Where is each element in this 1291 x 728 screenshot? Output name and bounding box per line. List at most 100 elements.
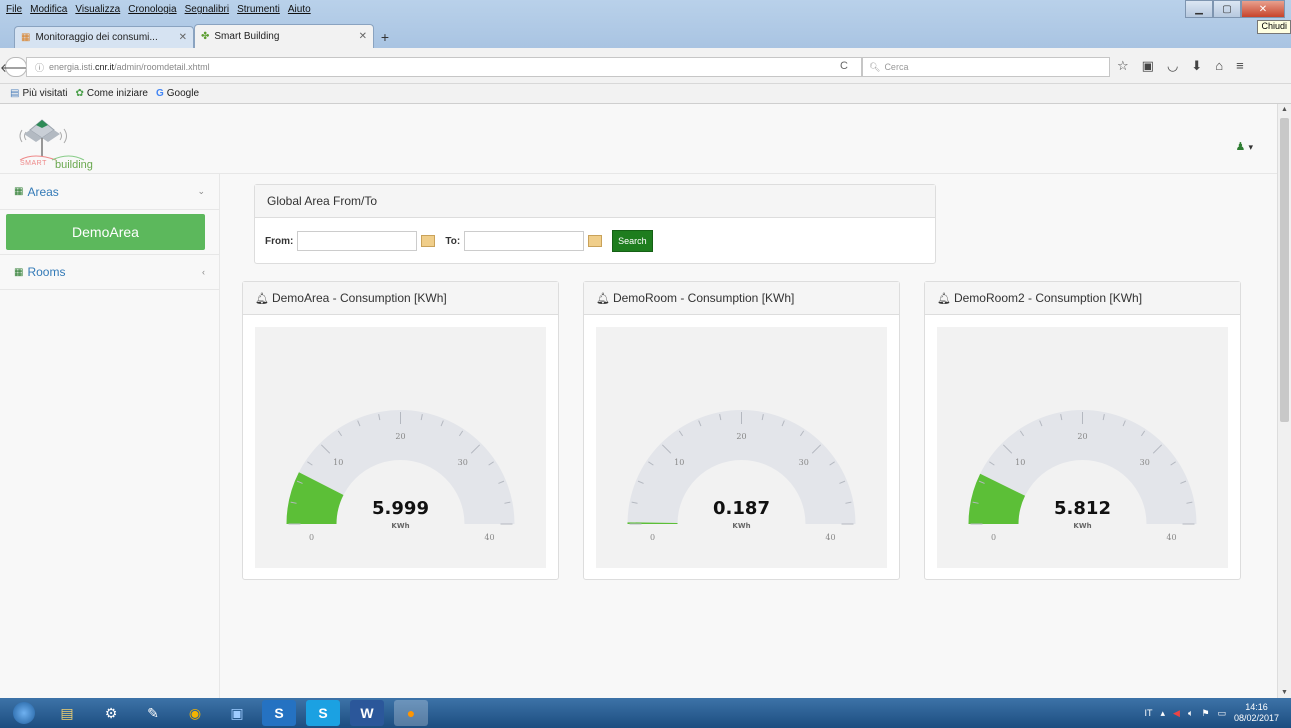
bell-icon: 🔔︎	[255, 292, 269, 305]
pocket-icon[interactable]: ◡	[1167, 58, 1178, 74]
gauge-container: 0 10 20 30 40 5.999 KWh	[255, 327, 546, 568]
bookmark-getting-started[interactable]: ✿ Come iniziare	[75, 88, 148, 99]
from-date-input[interactable]	[297, 231, 418, 251]
gauge-unit: KWh	[391, 522, 409, 530]
page-content: SMART building ♟ ▾ ▦ Areas ⌄ DemoArea ▦ …	[0, 104, 1277, 698]
maximize-button[interactable]: ▢	[1213, 0, 1241, 18]
gauge-tick-label: 10	[674, 458, 684, 467]
chrome-button[interactable]: ◉	[178, 700, 212, 726]
scroll-up-icon[interactable]: ▲	[1281, 106, 1288, 113]
calendar-icon[interactable]	[588, 235, 603, 247]
panel-heading: 🔔︎ DemoRoom2 - Consumption [KWh]	[925, 282, 1240, 315]
calendar-icon[interactable]	[421, 235, 436, 247]
menu-bar: File Modifica Visualizza Cronologia Segn…	[6, 4, 311, 20]
table-icon: ▦	[14, 266, 24, 278]
network-icon[interactable]: ◀	[1173, 708, 1180, 719]
info-icon[interactable]: ⓘ	[35, 61, 44, 74]
chart-favicon-icon: ▦	[21, 32, 31, 43]
scroll-down-icon[interactable]: ▼	[1281, 689, 1288, 696]
sidebar-item-demoarea[interactable]: DemoArea	[6, 214, 205, 250]
notification-icon[interactable]: ▭	[1217, 708, 1226, 719]
sidebar-item-areas[interactable]: ▦ Areas ⌄	[0, 174, 219, 210]
firefox-button[interactable]: ●	[394, 700, 428, 726]
bookmark-google[interactable]: G Google	[156, 88, 199, 99]
gauge-unit: KWh	[732, 522, 750, 530]
consumption-gauge: 0 10 20 30 40 5.812 KWh	[968, 410, 1197, 542]
date-range-form: From: To: Search	[255, 218, 935, 264]
tool-button[interactable]: ✎	[136, 700, 170, 726]
reload-icon[interactable]: C	[840, 60, 848, 72]
table-icon: ▦	[14, 186, 24, 197]
sidebar-item-label: Areas	[27, 184, 59, 199]
bookmarks-bar: ▤ Più visitati ✿ Come iniziare G Google	[0, 84, 1291, 104]
reading-list-icon[interactable]: ▣	[1142, 58, 1154, 74]
gauge-value: 5.812	[1054, 498, 1111, 519]
consumption-gauge: 0 10 20 30 40 5.999 KWh	[286, 410, 515, 542]
scrollbar-thumb[interactable]	[1280, 118, 1289, 422]
menu-cronologia[interactable]: Cronologia	[128, 4, 176, 20]
search-input[interactable]: 🔍︎ Cerca	[862, 57, 1110, 77]
sidebar-item-rooms[interactable]: ▦ Rooms ‹	[0, 254, 219, 290]
gauge-tick-label: 40	[825, 533, 835, 542]
menu-visualizza[interactable]: Visualizza	[75, 4, 120, 20]
page-scrollbar[interactable]: ▲ ▼	[1277, 104, 1291, 698]
close-tab-icon[interactable]: ✕	[359, 31, 367, 42]
flag-icon[interactable]: ⚑	[1201, 708, 1209, 719]
menu-aiuto[interactable]: Aiuto	[288, 4, 311, 20]
gauge-tick-label: 10	[1015, 458, 1025, 467]
menu-strumenti[interactable]: Strumenti	[237, 4, 280, 20]
gauge-panel-demoroom: 🔔︎ DemoRoom - Consumption [KWh] 0 10 20 30 4…	[583, 281, 900, 580]
sidebar-item-label: Rooms	[27, 265, 66, 279]
panel-title: Global Area From/To	[267, 194, 378, 208]
windows-taskbar: ▤ ⚙ ✎ ◉ ▣ S S W ● IT ▴ ◀ 🔈︎ ⚑ ▭ 14:16 08…	[0, 698, 1291, 728]
volume-icon[interactable]: 🔈︎	[1188, 708, 1193, 719]
language-indicator[interactable]: IT	[1145, 708, 1153, 718]
logo-smart-text: SMART	[20, 160, 47, 167]
chevron-down-icon: ⌄	[197, 186, 205, 196]
windows-logo-icon	[13, 702, 35, 724]
window-controls: ▁ ▢ ✕	[1185, 0, 1285, 18]
start-button[interactable]	[4, 700, 44, 726]
word-button[interactable]: W	[350, 700, 384, 726]
skype-button[interactable]: S	[306, 700, 340, 726]
hamburger-menu-icon[interactable]: ≡	[1236, 58, 1244, 74]
bookmark-star-icon[interactable]: ☆	[1117, 58, 1129, 74]
back-button[interactable]: 🡐	[0, 57, 32, 77]
tray-arrow-icon[interactable]: ▴	[1161, 708, 1166, 719]
tab-title: Smart Building	[214, 31, 280, 42]
menu-segnalibri[interactable]: Segnalibri	[185, 4, 229, 20]
bell-icon: 🔔︎	[937, 292, 951, 305]
home-icon[interactable]: ⌂	[1215, 58, 1223, 74]
to-label: To:	[445, 235, 461, 247]
search-button[interactable]: Search	[612, 230, 653, 252]
gauge-tick-label: 40	[484, 533, 494, 542]
search-icon: 🔍︎	[869, 61, 881, 72]
gauge-tick-label: 0	[650, 533, 655, 542]
url-text: energia.isti.cnr.it/admin/roomdetail.xht…	[49, 62, 210, 72]
tab-title: Monitoraggio dei consumi...	[35, 32, 158, 43]
user-menu[interactable]: ♟ ▾	[1236, 140, 1253, 153]
tab-smart-building[interactable]: ✤ Smart Building ✕	[194, 24, 374, 48]
close-window-button[interactable]: ✕	[1241, 0, 1285, 18]
bookmark-most-visited[interactable]: ▤ Più visitati	[10, 88, 67, 99]
gauge-tick-label: 30	[799, 458, 809, 467]
folder-icon: ▤	[10, 88, 20, 99]
gauge-tick-label: 30	[1140, 458, 1150, 467]
tab-monitoraggio[interactable]: ▦ Monitoraggio dei consumi... ✕	[14, 26, 194, 48]
firefox-icon: ✿	[75, 88, 84, 99]
skype-for-business-button[interactable]: S	[262, 700, 296, 726]
close-tab-icon[interactable]: ✕	[179, 32, 187, 43]
download-icon[interactable]: ⬇	[1191, 58, 1202, 74]
menu-file[interactable]: File	[6, 4, 22, 20]
clock[interactable]: 14:16 08/02/2017	[1234, 702, 1279, 724]
app-button[interactable]: ▣	[220, 700, 254, 726]
gauge-value: 0.187	[713, 498, 770, 519]
menu-modifica[interactable]: Modifica	[30, 4, 67, 20]
minimize-button[interactable]: ▁	[1185, 0, 1213, 18]
url-bar[interactable]: ⓘ energia.isti.cnr.it/admin/roomdetail.x…	[26, 57, 862, 77]
to-date-input[interactable]	[464, 231, 585, 251]
control-panel-button[interactable]: ⚙	[94, 700, 128, 726]
new-tab-button[interactable]: +	[374, 26, 396, 48]
smart-building-favicon-icon: ✤	[201, 31, 210, 42]
file-explorer-button[interactable]: ▤	[50, 700, 84, 726]
